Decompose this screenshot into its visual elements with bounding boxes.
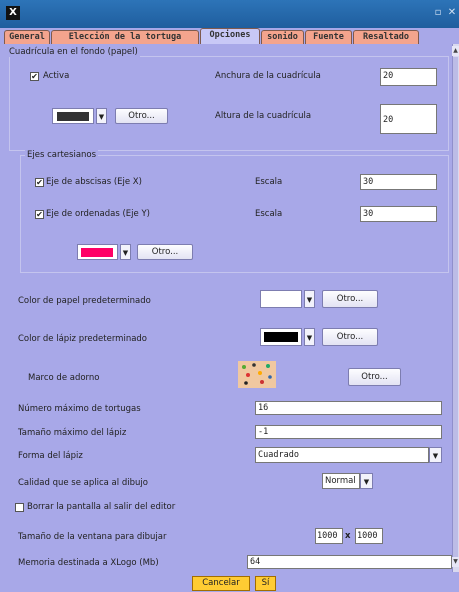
title-bar [0, 0, 459, 28]
grid-width-input[interactable]: 20 [380, 68, 437, 86]
grid-color-dropdown[interactable]: ▼ [96, 108, 107, 124]
quality-select[interactable]: Normal [322, 473, 360, 489]
tab-options[interactable]: Opciones [200, 28, 260, 44]
grid-active-checkbox[interactable]: ✔ [30, 72, 39, 81]
grid-height-input[interactable]: 20 [380, 104, 437, 134]
axes-color-other-button[interactable]: Otro... [137, 244, 193, 260]
paper-color-dropdown[interactable]: ▼ [304, 290, 315, 308]
x-axis-label: Eje de abscisas (Eje X) [46, 177, 142, 187]
y-scale-input[interactable]: 30 [360, 206, 437, 222]
quality-dropdown[interactable]: ▼ [360, 473, 373, 489]
axes-color-picker[interactable] [77, 244, 118, 260]
ok-button[interactable]: Sí [255, 576, 276, 591]
paper-color-swatch [264, 294, 298, 304]
axes-color-swatch [81, 248, 113, 257]
pen-shape-dropdown[interactable]: ▼ [429, 447, 442, 463]
tab-turtle-selection[interactable]: Elección de la tortuga [51, 30, 199, 44]
max-pen-input[interactable]: -1 [255, 425, 442, 439]
pen-color-label: Color de lápiz predeterminado [18, 334, 148, 344]
scroll-up-icon[interactable]: ▲ [452, 46, 459, 56]
quality-label: Calidad que se aplica al dibujo [18, 478, 148, 488]
tab-general[interactable]: General [4, 30, 50, 44]
tab-sound[interactable]: sonido [261, 30, 304, 44]
tab-font[interactable]: Fuente [305, 30, 352, 44]
y-scale-label: Escala [255, 209, 283, 219]
app-icon: X [6, 6, 20, 20]
grid-width-label: Anchura de la cuadrícula [215, 71, 321, 81]
memory-label: Memoria destinada a XLogo (Mb) [18, 558, 159, 568]
pen-color-other-button[interactable]: Otro... [322, 328, 378, 346]
paper-color-other-button[interactable]: Otro... [322, 290, 378, 308]
frame-label: Marco de adorno [28, 373, 100, 383]
max-pen-label: Tamaño máximo del lápiz [18, 428, 127, 438]
frame-preview [238, 361, 276, 388]
max-turtles-label: Número máximo de tortugas [18, 404, 141, 414]
x-axis-checkbox[interactable]: ✔ [35, 178, 44, 187]
cancel-button[interactable]: Cancelar [192, 576, 250, 591]
grid-color-swatch [57, 112, 89, 121]
grid-group-title: Cuadrícula en el fondo (papel) [7, 47, 140, 57]
memory-input[interactable]: 64 [247, 555, 452, 569]
pen-color-dropdown[interactable]: ▼ [304, 328, 315, 346]
frame-other-button[interactable]: Otro... [348, 368, 401, 386]
window-size-separator: x [345, 531, 351, 541]
clear-screen-checkbox[interactable] [15, 503, 24, 512]
y-axis-label: Eje de ordenadas (Eje Y) [46, 209, 150, 219]
axes-color-dropdown[interactable]: ▼ [120, 244, 131, 260]
pen-color-picker[interactable] [260, 328, 302, 346]
frame-pattern-icon [242, 363, 272, 385]
scroll-down-icon[interactable]: ▼ [452, 557, 459, 567]
window-height-input[interactable]: 1000 [355, 528, 383, 544]
x-scale-label: Escala [255, 177, 283, 187]
paper-color-picker[interactable] [260, 290, 302, 308]
max-turtles-input[interactable]: 16 [255, 401, 442, 415]
grid-color-other-button[interactable]: Otro... [115, 108, 168, 124]
grid-color-picker[interactable] [52, 108, 94, 124]
maximize-icon[interactable]: ▫ [432, 7, 444, 19]
paper-color-label: Color de papel predeterminado [18, 296, 151, 306]
window-size-label: Tamaño de la ventana para dibujar [18, 532, 167, 542]
close-icon[interactable]: ✕ [446, 7, 458, 19]
tab-highlight[interactable]: Resaltado [353, 30, 419, 44]
grid-active-label: Activa [43, 71, 70, 81]
pen-shape-select[interactable]: Cuadrado [255, 447, 429, 463]
window-width-input[interactable]: 1000 [315, 528, 343, 544]
grid-height-label: Altura de la cuadrícula [215, 111, 312, 121]
scrollbar-thumb[interactable] [453, 57, 458, 565]
clear-screen-label: Borrar la pantalla al salir del editor [27, 502, 176, 512]
pen-color-swatch [264, 332, 298, 342]
axes-group-title: Ejes cartesianos [25, 150, 99, 160]
y-axis-checkbox[interactable]: ✔ [35, 210, 44, 219]
pen-shape-label: Forma del lápiz [18, 451, 83, 461]
x-scale-input[interactable]: 30 [360, 174, 437, 190]
